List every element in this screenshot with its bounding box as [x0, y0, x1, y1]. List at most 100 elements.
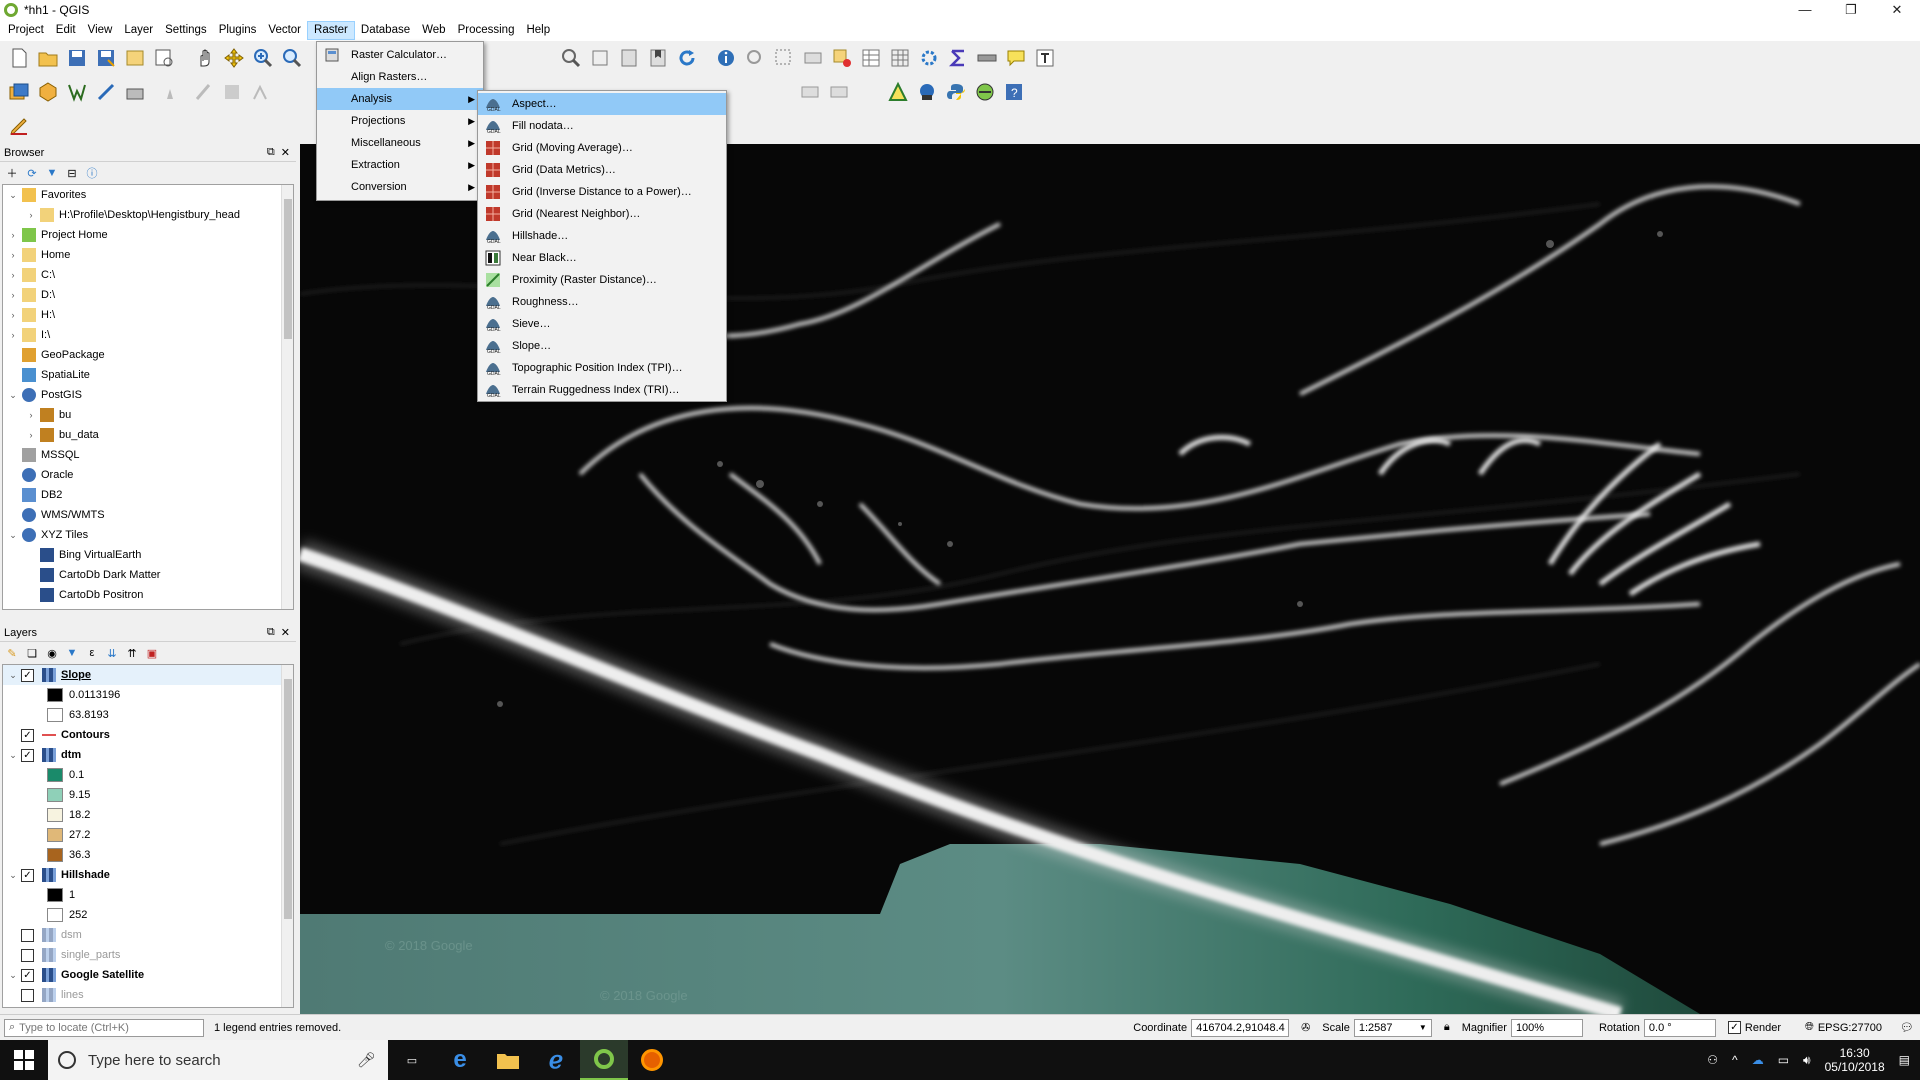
- georeferencer-icon[interactable]: [885, 79, 911, 105]
- minimize-button[interactable]: —: [1782, 0, 1828, 20]
- analysis-item-hillshade[interactable]: GDAL Hillshade…: [478, 225, 726, 247]
- firefox-app-icon[interactable]: [628, 1040, 676, 1080]
- menu-plugins[interactable]: Plugins: [213, 21, 263, 40]
- text-annotation-icon[interactable]: [1032, 45, 1058, 71]
- layer-visibility-checkbox[interactable]: ✓: [21, 728, 34, 742]
- analysis-item-roughness[interactable]: GDAL Roughness…: [478, 291, 726, 313]
- browser-item-postgis[interactable]: ⌄ PostGIS: [3, 385, 293, 405]
- zoom-last-icon[interactable]: [558, 45, 584, 71]
- lock-scale-icon[interactable]: 🔒︎: [1444, 1021, 1450, 1034]
- menu-processing[interactable]: Processing: [452, 21, 521, 40]
- identify-features-icon[interactable]: [713, 45, 739, 71]
- layer-visibility-checkbox[interactable]: [21, 928, 34, 942]
- raster-menu-item-analysis[interactable]: Analysis ▶: [317, 88, 483, 110]
- menu-raster[interactable]: Raster: [307, 21, 355, 40]
- chevron-right-icon[interactable]: ›: [7, 290, 19, 300]
- analysis-item-fill-nodata[interactable]: GDAL Fill nodata…: [478, 115, 726, 137]
- refresh-icon[interactable]: [674, 45, 700, 71]
- layer-item-contours[interactable]: ✓ Contours: [3, 725, 293, 745]
- rotation-spinbox[interactable]: 0.0 °: [1643, 1018, 1716, 1037]
- chevron-right-icon[interactable]: ›: [7, 330, 19, 340]
- save-edits-icon[interactable]: [219, 79, 245, 105]
- analysis-item-near-black[interactable]: Near Black…: [478, 247, 726, 269]
- layer-visibility-checkbox[interactable]: ✓: [21, 968, 34, 982]
- action-icon[interactable]: [742, 45, 768, 71]
- menu-project[interactable]: Project: [2, 21, 50, 40]
- analysis-item-grid-data-metrics[interactable]: Grid (Data Metrics)…: [478, 159, 726, 181]
- scrollbar-thumb[interactable]: [284, 679, 292, 919]
- coordinate-field[interactable]: 416704.2,91048.4: [1191, 1018, 1290, 1037]
- maximize-button[interactable]: ❐: [1828, 0, 1874, 20]
- zoom-in-icon[interactable]: [250, 45, 276, 71]
- raster-menu-item-miscellaneous[interactable]: Miscellaneous ▶: [317, 132, 483, 154]
- chevron-right-icon[interactable]: ›: [7, 230, 19, 240]
- refresh-icon[interactable]: ⟳: [24, 165, 40, 181]
- chevron-right-icon[interactable]: ›: [7, 310, 19, 320]
- people-icon[interactable]: ⚇: [1707, 1053, 1718, 1067]
- browser-item-favorites[interactable]: ⌄ Favorites: [3, 185, 293, 205]
- open-project-icon[interactable]: [35, 45, 61, 71]
- locator-input[interactable]: ⌕ Type to locate (Ctrl+K): [4, 1018, 204, 1037]
- map-tips-icon[interactable]: [1003, 45, 1029, 71]
- internet-explorer-icon[interactable]: ℯ: [532, 1040, 580, 1080]
- data-source-manager-icon[interactable]: [6, 79, 32, 105]
- expand-all-icon[interactable]: ⇊: [104, 645, 120, 661]
- field-calculator-icon[interactable]: [887, 45, 913, 71]
- manage-themes-icon[interactable]: ◉: [44, 645, 60, 661]
- plugin-sync-icon[interactable]: [972, 79, 998, 105]
- task-view-icon[interactable]: ▭: [388, 1040, 436, 1080]
- label-toolbar-icon[interactable]: [797, 79, 823, 105]
- qgis-app-icon[interactable]: [580, 1040, 628, 1080]
- crs-button[interactable]: EPSG:27700: [1818, 1022, 1882, 1034]
- analysis-item-terrain-ruggedness-index-tri[interactable]: GDAL Terrain Ruggedness Index (TRI)…: [478, 379, 726, 401]
- browser-item-i[interactable]: › I:\: [3, 325, 293, 345]
- raster-menu-item-raster-calculator[interactable]: Raster Calculator…: [317, 44, 483, 66]
- chevron-right-icon[interactable]: ›: [25, 210, 37, 220]
- analysis-item-slope[interactable]: GDAL Slope…: [478, 335, 726, 357]
- menu-layer[interactable]: Layer: [118, 21, 159, 40]
- chevron-right-icon[interactable]: ›: [25, 410, 37, 420]
- save-project-icon[interactable]: [64, 45, 90, 71]
- menu-help[interactable]: Help: [520, 21, 556, 40]
- new-virtual-layer-icon[interactable]: [122, 79, 148, 105]
- browser-item-d[interactable]: › D:\: [3, 285, 293, 305]
- browser-item-spatialite[interactable]: SpatiaLite: [3, 365, 293, 385]
- new-spatialite-icon[interactable]: [93, 79, 119, 105]
- chevron-down-icon[interactable]: ⌄: [7, 970, 19, 981]
- processing-toolbox-icon[interactable]: [916, 45, 942, 71]
- toggle-editing-icon[interactable]: [190, 79, 216, 105]
- add-selected-layers-icon[interactable]: ＋: [4, 165, 20, 181]
- edge-app-icon[interactable]: e: [436, 1040, 484, 1080]
- select-by-value-icon[interactable]: [800, 45, 826, 71]
- browser-item-db2[interactable]: DB2: [3, 485, 293, 505]
- pan-to-selection-icon[interactable]: [221, 45, 247, 71]
- measure-line-icon[interactable]: [974, 45, 1000, 71]
- network-icon[interactable]: ▭: [1778, 1053, 1789, 1067]
- analysis-item-proximity-raster-distance[interactable]: Proximity (Raster Distance)…: [478, 269, 726, 291]
- float-panel-icon[interactable]: ⧉: [267, 626, 275, 639]
- layout-manager-icon[interactable]: [151, 45, 177, 71]
- zoom-next-icon[interactable]: [587, 45, 613, 71]
- analysis-item-grid-nearest-neighbor[interactable]: Grid (Nearest Neighbor)…: [478, 203, 726, 225]
- chevron-down-icon[interactable]: ⌄: [7, 190, 19, 201]
- raster-menu-item-extraction[interactable]: Extraction ▶: [317, 154, 483, 176]
- menu-vector[interactable]: Vector: [262, 21, 307, 40]
- onedrive-icon[interactable]: ☁: [1752, 1053, 1764, 1067]
- analysis-item-grid-moving-average[interactable]: Grid (Moving Average)…: [478, 137, 726, 159]
- browser-item-home[interactable]: › Home: [3, 245, 293, 265]
- pan-map-icon[interactable]: [192, 45, 218, 71]
- style-icon[interactable]: ✎: [4, 645, 20, 661]
- zoom-out-icon[interactable]: [279, 45, 305, 71]
- render-checkbox[interactable]: ✓: [1727, 1021, 1741, 1034]
- scale-combobox[interactable]: 1:2587 ▼: [1353, 1018, 1432, 1037]
- layer-item-dsm[interactable]: dsm: [3, 925, 293, 945]
- digitize-icon[interactable]: [248, 79, 274, 105]
- remove-layer-icon[interactable]: ▣: [144, 645, 160, 661]
- browser-item-mssql[interactable]: MSSQL: [3, 445, 293, 465]
- browser-item-bu-data[interactable]: › bu_data: [3, 425, 293, 445]
- layer-visibility-checkbox[interactable]: ✓: [21, 868, 34, 882]
- layer-visibility-checkbox[interactable]: ✓: [21, 748, 34, 762]
- action-center-icon[interactable]: ▤: [1899, 1053, 1910, 1067]
- scrollbar-thumb[interactable]: [284, 199, 292, 339]
- help-icon[interactable]: ?: [1001, 79, 1027, 105]
